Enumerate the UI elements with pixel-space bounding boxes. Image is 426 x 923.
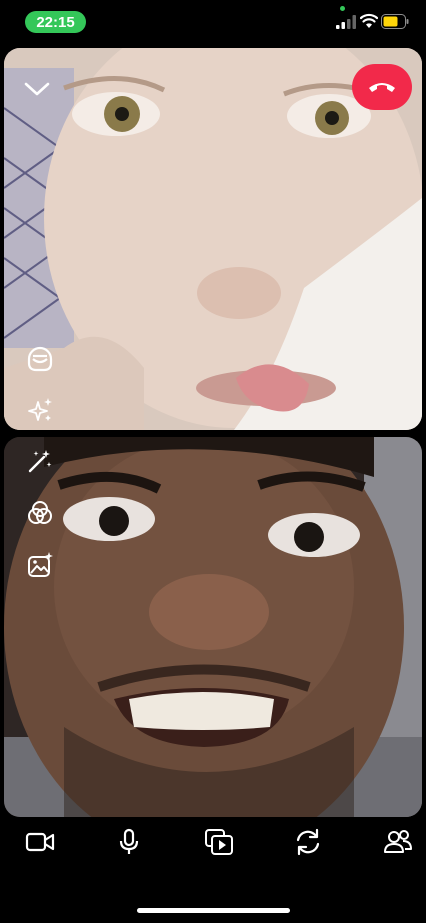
- share-screen-icon: [205, 829, 233, 855]
- microphone-icon: [119, 828, 139, 854]
- hang-up-phone-icon: [369, 83, 395, 92]
- color-filter-icon: [28, 501, 52, 524]
- remote-video-feed: [4, 48, 422, 430]
- magic-wand-button[interactable]: [22, 443, 58, 479]
- call-controls-bar: [0, 820, 426, 864]
- remote-participant-video: [4, 48, 422, 430]
- lens-button[interactable]: [22, 340, 58, 376]
- participants-icon: [384, 830, 412, 853]
- home-indicator[interactable]: [137, 908, 290, 913]
- status-time: 22:15: [25, 11, 86, 33]
- switch-camera-button[interactable]: [290, 824, 326, 860]
- status-bar: 22:15: [0, 0, 426, 44]
- collapse-call-button[interactable]: [20, 74, 54, 102]
- status-time-label: 22:15: [36, 13, 75, 31]
- share-screen-button[interactable]: [201, 824, 237, 860]
- switch-camera-icon: [296, 828, 320, 856]
- battery-icon: [381, 14, 409, 29]
- magic-wand-icon: [28, 450, 52, 473]
- self-video-feed: [4, 437, 422, 817]
- cellular-signal-icon: [336, 15, 356, 29]
- lens-icon: [27, 346, 53, 372]
- image-effect-icon: [28, 552, 53, 577]
- end-call-button[interactable]: [352, 64, 412, 110]
- sparkles-icon: [28, 398, 52, 421]
- participants-button[interactable]: [380, 824, 416, 860]
- self-participant-video: [4, 437, 422, 817]
- color-filter-button[interactable]: [22, 495, 58, 531]
- wifi-icon: [360, 13, 378, 28]
- camera-in-use-indicator: [340, 6, 345, 11]
- sparkles-button[interactable]: [22, 392, 58, 428]
- microphone-toggle-button[interactable]: [111, 824, 147, 860]
- image-effect-button[interactable]: [22, 547, 58, 583]
- video-toggle-button[interactable]: [22, 824, 58, 860]
- video-camera-icon: [25, 832, 55, 852]
